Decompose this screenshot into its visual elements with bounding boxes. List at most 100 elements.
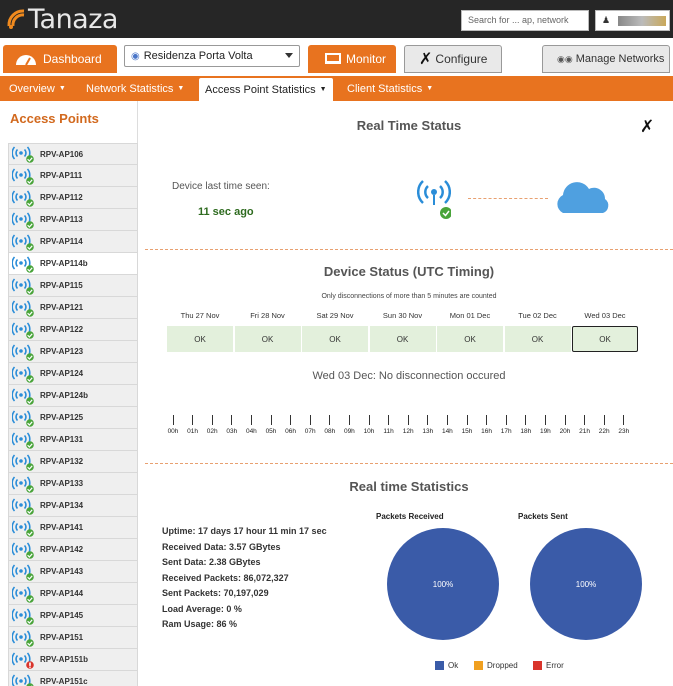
tab-client-statistics[interactable]: Client Statistics ▼ [347,76,433,101]
hour-tick: 03h [222,415,242,435]
access-point-icon [12,409,34,427]
sidebar-item-rpv-ap144[interactable]: RPV-AP144 [8,583,138,605]
sidebar-item-rpv-ap143[interactable]: RPV-AP143 [8,561,138,583]
day-label: Wed 03 Dec [584,311,626,320]
hour-tick: 17h [496,415,516,435]
chevron-down-icon: ▼ [177,85,185,92]
access-point-icon [12,453,34,471]
day-status-box[interactable]: OK [437,326,503,352]
access-point-icon [12,233,34,251]
configure-button[interactable]: ✗ Configure [404,45,502,73]
dashboard-button[interactable]: Dashboard [3,45,117,73]
sidebar-item-rpv-ap111[interactable]: RPV-AP111 [8,165,138,187]
pie-data-label: 100% [433,580,453,589]
sidebar-item-label: RPV-AP123 [40,347,84,356]
top-header: Tanaza Search for ... ap, network ♟ [0,0,673,38]
sidebar-item-rpv-ap133[interactable]: RPV-AP133 [8,473,138,495]
tab-access-point-statistics[interactable]: Access Point Statistics ▼ [199,78,333,101]
tools-icon[interactable]: ✗ [640,117,654,137]
sidebar-item-rpv-ap132[interactable]: RPV-AP132 [8,451,138,473]
sidebar-item-rpv-ap113[interactable]: RPV-AP113 [8,209,138,231]
hour-label: 02h [206,428,218,435]
tick-mark [505,415,507,425]
hour-label: 12h [402,428,414,435]
hour-tick: 12h [398,415,418,435]
day-status-box[interactable]: OK [302,326,368,352]
tick-mark [388,415,390,425]
monitor-button[interactable]: Monitor [308,45,396,73]
sidebar-item-rpv-ap125[interactable]: RPV-AP125 [8,407,138,429]
sidebar-item-rpv-ap122[interactable]: RPV-AP122 [8,319,138,341]
sidebar-item-rpv-ap151c[interactable]: RPV-AP151c [8,671,138,686]
sidebar-item-label: RPV-AP122 [40,325,84,334]
sidebar-item-rpv-ap145[interactable]: RPV-AP145 [8,605,138,627]
sidebar-item-rpv-ap134[interactable]: RPV-AP134 [8,495,138,517]
logo-text: Tanaza [28,3,118,35]
sidebar-item-label: RPV-AP132 [40,457,84,466]
sidebar-item-rpv-ap124[interactable]: RPV-AP124 [8,363,138,385]
sidebar-item-rpv-ap141[interactable]: RPV-AP141 [8,517,138,539]
hour-tick: 21h [575,415,595,435]
statistic-line: Ram Usage: 86 % [162,619,238,629]
access-point-icon [12,563,34,581]
sub-nav: Overview ▼ Network Statistics ▼ Access Poi… [0,76,673,101]
hour-label: 03h [226,428,238,435]
monitor-icon [325,52,341,64]
manage-networks-button[interactable]: ◉◉ Manage Networks [542,45,670,73]
legend-item-ok[interactable]: Ok [435,661,458,670]
sidebar-item-rpv-ap114[interactable]: RPV-AP114 [8,231,138,253]
sidebar-item-rpv-ap131[interactable]: RPV-AP131 [8,429,138,451]
sidebar-item-label: RPV-AP112 [40,193,83,202]
tab-network-statistics[interactable]: Network Statistics ▼ [86,76,184,101]
sidebar-item-rpv-ap112[interactable]: RPV-AP112 [8,187,138,209]
sidebar-item-rpv-ap151b[interactable]: RPV-AP151b [8,649,138,671]
sidebar-item-rpv-ap115[interactable]: RPV-AP115 [8,275,138,297]
site-select[interactable]: ◉ Residenza Porta Volta [124,45,300,67]
configure-label: Configure [435,52,488,66]
hour-tick: 15h [457,415,477,435]
sidebar-item-label: RPV-AP124b [40,391,89,400]
sidebar-item-rpv-ap106[interactable]: RPV-AP106 [8,143,138,165]
hour-label: 16h [481,428,493,435]
day-status-box[interactable]: OK [504,326,571,352]
chevron-down-icon: ▼ [426,85,434,92]
hour-label: 00h [167,428,179,435]
hour-label: 04h [245,428,257,435]
sidebar-item-rpv-ap121[interactable]: RPV-AP121 [8,297,138,319]
sidebar-item-label: RPV-AP114 [40,237,83,246]
legend-item-error[interactable]: Error [533,661,564,670]
sidebar-item-rpv-ap142[interactable]: RPV-AP142 [8,539,138,561]
monitor-label: Monitor [346,52,387,66]
access-point-icon [12,607,34,625]
legend-item-dropped[interactable]: Dropped [474,661,518,670]
access-point-icon [12,365,34,383]
hour-timeline: 00h 01h 02h 03h 04h 05h 06h 07h 08h 09h 10h 11h 12h 1… [163,415,633,437]
day-status-box[interactable]: OK [167,326,233,352]
tick-mark [368,415,370,425]
sidebar-item-rpv-ap124b[interactable]: RPV-AP124b [8,385,138,407]
hour-tick: 07h [300,415,320,435]
tanaza-logo[interactable]: Tanaza [6,3,118,35]
sidebar-item-rpv-ap114b[interactable]: RPV-AP114b [8,253,138,275]
access-point-icon [12,497,34,515]
section-divider [145,463,673,464]
hour-label: 19h [539,428,551,435]
day-status-box[interactable]: OK [572,326,638,352]
hour-label: 15h [461,428,473,435]
user-menu[interactable]: ♟ [595,10,670,31]
tab-overview[interactable]: Overview ▼ [9,76,66,101]
sidebar-item-rpv-ap151[interactable]: RPV-AP151 [8,627,138,649]
access-point-icon [12,585,34,603]
access-point-icon [12,673,34,686]
day-status-box[interactable]: OK [234,326,301,352]
hour-label: 18h [520,428,532,435]
day-status-box[interactable]: OK [369,326,436,352]
search-input[interactable]: Search for ... ap, network [461,10,589,31]
legend-swatch [533,661,542,670]
hour-label: 08h [324,428,336,435]
tick-mark [329,415,331,425]
logo-icon [7,9,25,29]
device-status-title: Device Status (UTC Timing) [323,264,495,279]
access-point-icon [12,277,34,295]
sidebar-item-rpv-ap123[interactable]: RPV-AP123 [8,341,138,363]
